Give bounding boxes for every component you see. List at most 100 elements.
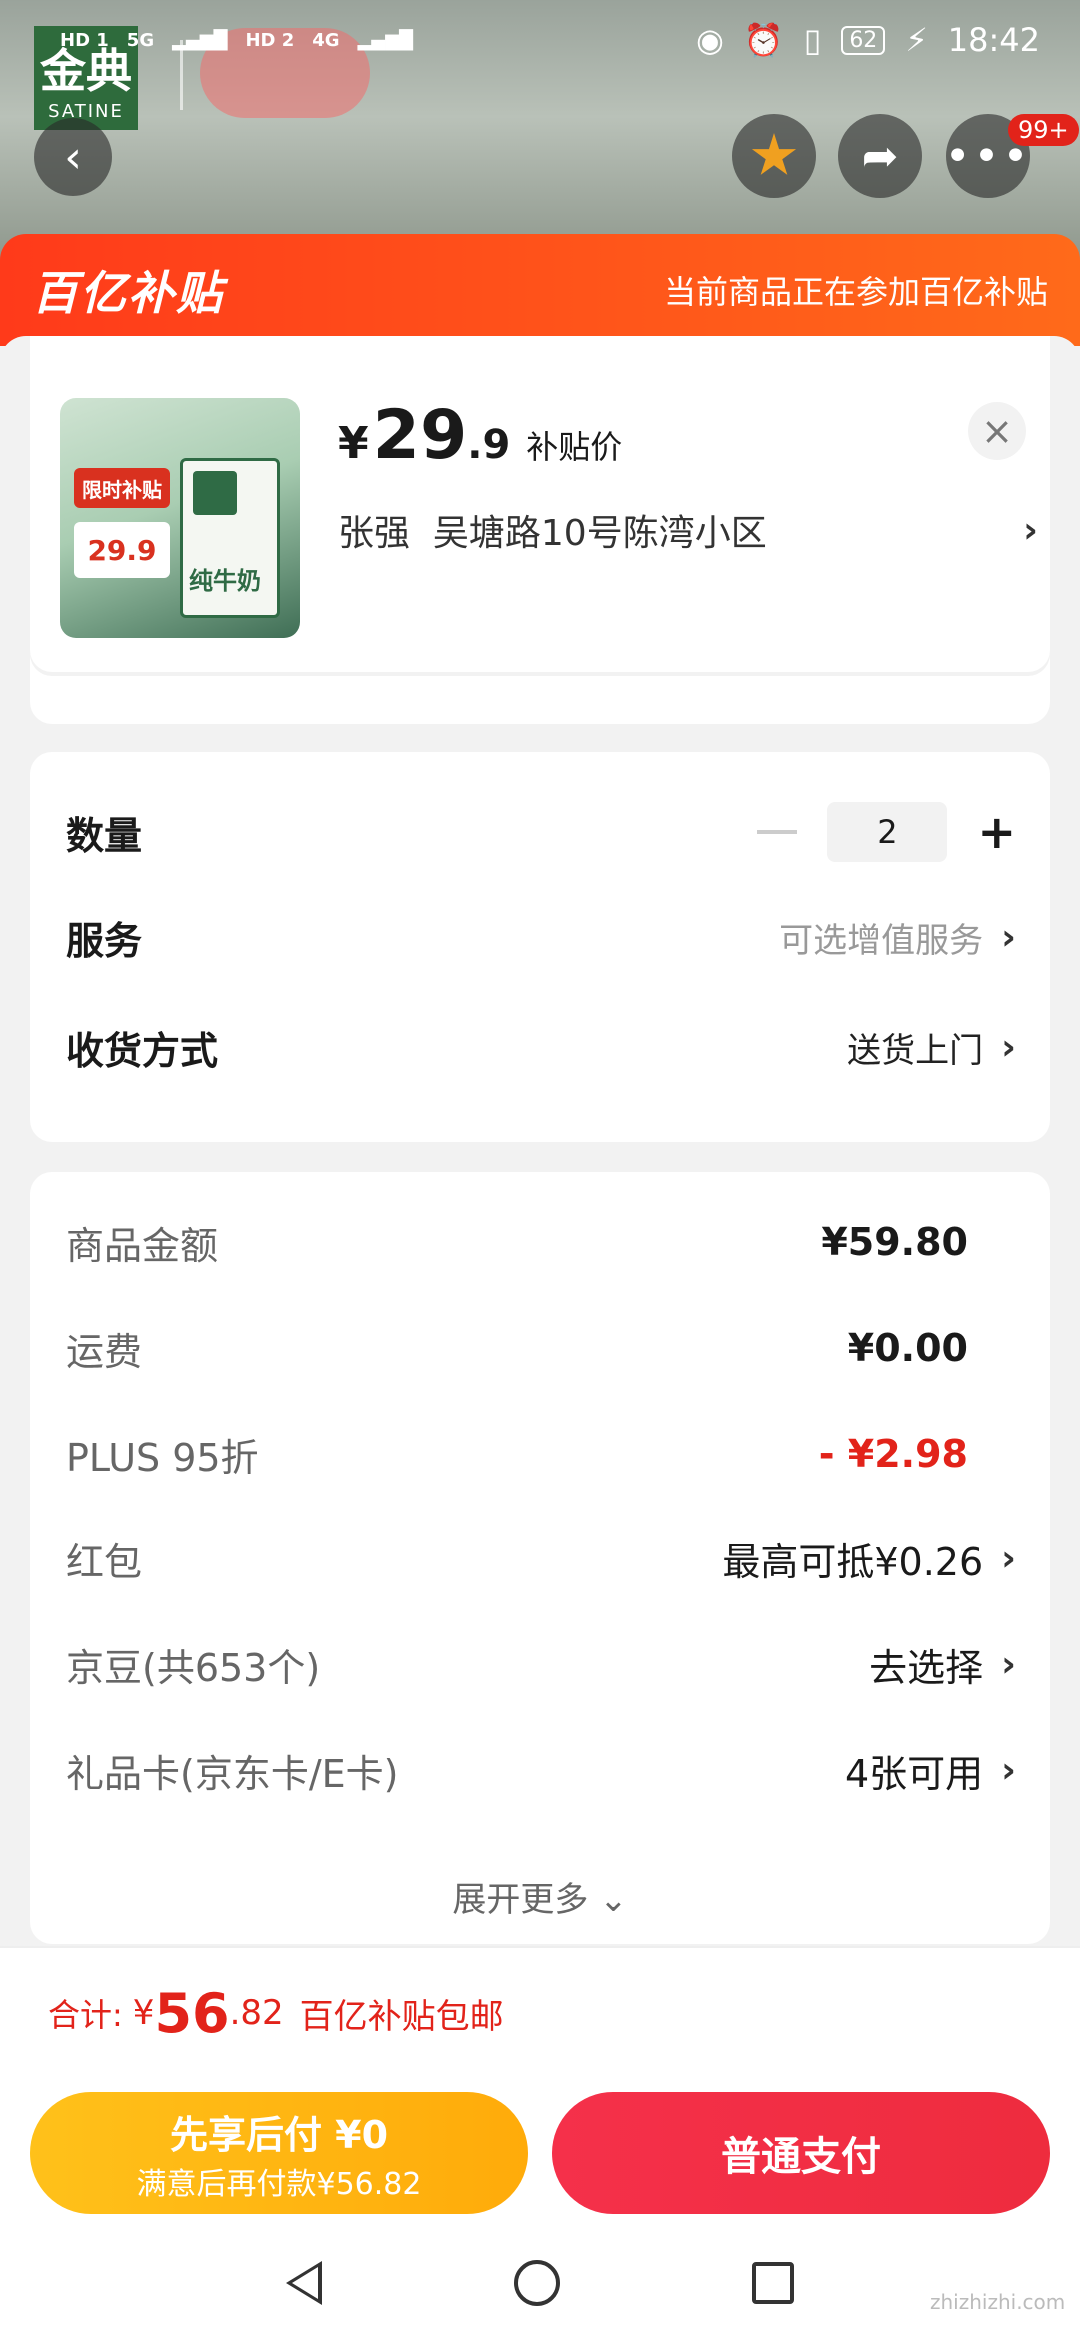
service-row[interactable]: 服务 可选增值服务 › — [66, 882, 1016, 992]
payment-buttons: 先享后付 ¥0 满意后再付款¥56.82 普通支付 — [0, 2078, 1080, 2226]
chevron-right-icon: › — [1023, 509, 1038, 551]
detail-row-gift-card[interactable]: 礼品卡(京东卡/E卡) 4张可用 › — [66, 1730, 1016, 1810]
battery-indicator: 62 — [841, 25, 886, 55]
detail-row-shipping: 运费 ¥0.00 — [66, 1308, 1016, 1388]
detail-row-plus-discount: PLUS 95折 - ¥2.98 — [66, 1414, 1016, 1494]
close-button[interactable]: × — [968, 402, 1026, 460]
subsidy-banner: 百亿补贴 当前商品正在参加百亿补贴 — [0, 234, 1080, 346]
shipping-value-text: ¥0.00 — [847, 1326, 968, 1370]
vibrate-icon: ▯ — [803, 21, 822, 59]
jingdou-value: 去选择 › — [869, 1637, 1016, 1692]
chevron-left-icon: ‹ — [64, 131, 82, 183]
service-value: 可选增值服务 › — [779, 913, 1016, 962]
jingdou-value-text: 去选择 — [869, 1645, 984, 1690]
detail-row-jingdou[interactable]: 京豆(共653个) 去选择 › — [66, 1624, 1016, 1704]
milk-box-graphic: 纯牛奶 — [180, 458, 280, 618]
delivery-label: 收货方式 — [66, 1028, 219, 1073]
gift-card-value-text: 4张可用 — [844, 1751, 984, 1796]
plus-discount-label: PLUS 95折 — [66, 1435, 259, 1480]
red-packet-value-text: 最高可抵¥0.26 — [722, 1539, 984, 1584]
signal-icon: ▂▄▆█ — [172, 29, 228, 51]
4g-label: 4G — [312, 29, 340, 51]
gift-card-label: 礼品卡(京东卡/E卡) — [66, 1751, 399, 1796]
gift-card-value: 4张可用 › — [845, 1743, 1016, 1798]
plus-discount-value-text: - ¥2.98 — [818, 1432, 968, 1476]
eye-icon: ◉ — [695, 21, 724, 59]
quantity-row: 数量 2 + — [66, 802, 1016, 862]
product-image[interactable]: 限时补贴 29.9 纯牛奶 — [60, 398, 300, 638]
recipient-name: 张强 — [338, 513, 411, 554]
chevron-down-icon: ⌄ — [599, 1880, 628, 1920]
detail-row-subtotal: 商品金额 ¥59.80 — [66, 1202, 1016, 1282]
expand-more-button[interactable]: 展开更多 ⌄ — [30, 1872, 1050, 1921]
service-value-text: 可选增值服务 — [779, 920, 984, 961]
total-note: 百亿补贴包邮 — [299, 1996, 504, 2037]
address-text: 张强 吴塘路10号陈湾小区 — [338, 504, 767, 556]
total-integer: 56 — [154, 1981, 230, 2045]
quantity-stepper: 2 + — [757, 802, 1016, 862]
charging-icon: ⚡ — [905, 21, 928, 59]
chevron-right-icon: › — [1001, 1749, 1016, 1791]
share-button[interactable]: ➦ — [838, 114, 922, 198]
shipping-label: 运费 — [66, 1329, 143, 1374]
product-card-top: 限时补贴 29.9 纯牛奶 ¥ 29 .9 补贴价 × 张强 吴塘路10号陈湾小… — [30, 336, 1050, 672]
price-symbol: ¥ — [338, 418, 369, 469]
shipping-value: ¥0.00 — [848, 1326, 1016, 1370]
signal-indicators: HD 1 5G ▂▄▆█ HD 2 4G ▂▄▆█ — [60, 30, 413, 51]
detail-row-red-packet[interactable]: 红包 最高可抵¥0.26 › — [66, 1518, 1016, 1598]
pay-later-subtitle: 满意后再付款¥56.82 — [136, 2166, 422, 2202]
chevron-right-icon: › — [1001, 1643, 1016, 1685]
plus-button[interactable]: + — [977, 805, 1016, 859]
nav-home-icon[interactable] — [514, 2260, 560, 2306]
delivery-value: 送货上门 › — [847, 1023, 1016, 1072]
total-decimal: .82 — [229, 1993, 284, 2033]
nav-recent-icon[interactable] — [752, 2262, 794, 2304]
alarm-icon: ⏰ — [743, 21, 784, 59]
total-bar: 合计: ¥ 56 .82 百亿补贴包邮 — [0, 1946, 1080, 2078]
expand-more-label: 展开更多 — [452, 1880, 589, 1920]
jingdou-label: 京豆(共653个) — [66, 1645, 321, 1690]
options-card: 数量 2 + 服务 可选增值服务 › 收货方式 送货上门 › — [30, 752, 1050, 1142]
product-card: 限时补贴 29.9 纯牛奶 ¥ 29 .9 补贴价 × 张强 吴塘路10号陈湾小… — [30, 336, 1050, 724]
chevron-right-icon: › — [1001, 1537, 1016, 1579]
quantity-label: 数量 — [66, 813, 143, 858]
total-label: 合计: — [48, 1996, 123, 2034]
address-selector[interactable]: 张强 吴塘路10号陈湾小区 › — [338, 504, 1038, 556]
subsidy-logo: 百亿补贴 — [32, 266, 224, 320]
hd2-label: HD 2 — [245, 29, 295, 51]
back-button[interactable]: ‹ — [34, 118, 112, 196]
chevron-right-icon: › — [1001, 1026, 1016, 1068]
product-image-price: 29.9 — [74, 522, 170, 578]
signal-icon-2: ▂▄▆█ — [357, 29, 413, 51]
plus-discount-value: - ¥2.98 — [819, 1432, 1016, 1476]
pay-later-button[interactable]: 先享后付 ¥0 满意后再付款¥56.82 — [30, 2092, 528, 2214]
subsidy-banner-text: 当前商品正在参加百亿补贴 — [663, 273, 1048, 311]
chevron-right-icon: › — [1001, 916, 1016, 958]
delivery-row[interactable]: 收货方式 送货上门 › — [66, 992, 1016, 1102]
status-right: ◉ ⏰ ▯ 62 ⚡ 18:42 — [696, 21, 1040, 59]
status-bar: HD 1 5G ▂▄▆█ HD 2 4G ▂▄▆█ ◉ ⏰ ▯ 62 ⚡ 18:… — [0, 0, 1080, 80]
price-integer: 29 — [372, 396, 468, 475]
pay-later-title: 先享后付 ¥0 — [169, 2112, 389, 2157]
red-packet-label: 红包 — [66, 1539, 143, 1584]
nav-back-icon[interactable] — [286, 2261, 322, 2305]
normal-pay-button[interactable]: 普通支付 — [552, 2092, 1050, 2214]
price-detail-card: 商品金额 ¥59.80 运费 ¥0.00 PLUS 95折 - ¥2.98 红包… — [30, 1172, 1050, 1944]
product-image-tag: 限时补贴 — [74, 468, 170, 508]
minus-button[interactable] — [757, 830, 798, 834]
watermark: zhizhizhi.com — [930, 2290, 1066, 2314]
delivery-value-text: 送货上门 — [847, 1030, 984, 1071]
subtotal-value: ¥59.80 — [821, 1220, 1016, 1264]
subtotal-value-text: ¥59.80 — [821, 1220, 968, 1264]
favorite-button[interactable] — [732, 114, 816, 198]
system-nav-bar — [0, 2226, 1080, 2340]
notification-badge: 99+ — [1008, 114, 1079, 146]
service-label: 服务 — [66, 918, 143, 963]
star-icon — [751, 133, 797, 175]
milk-box-logo — [193, 471, 237, 515]
red-packet-value: 最高可抵¥0.26 › — [722, 1531, 1016, 1586]
close-icon: × — [981, 409, 1013, 453]
price-decimal: .9 — [467, 422, 511, 468]
quantity-value[interactable]: 2 — [827, 802, 948, 862]
share-icon: ➦ — [861, 130, 899, 182]
